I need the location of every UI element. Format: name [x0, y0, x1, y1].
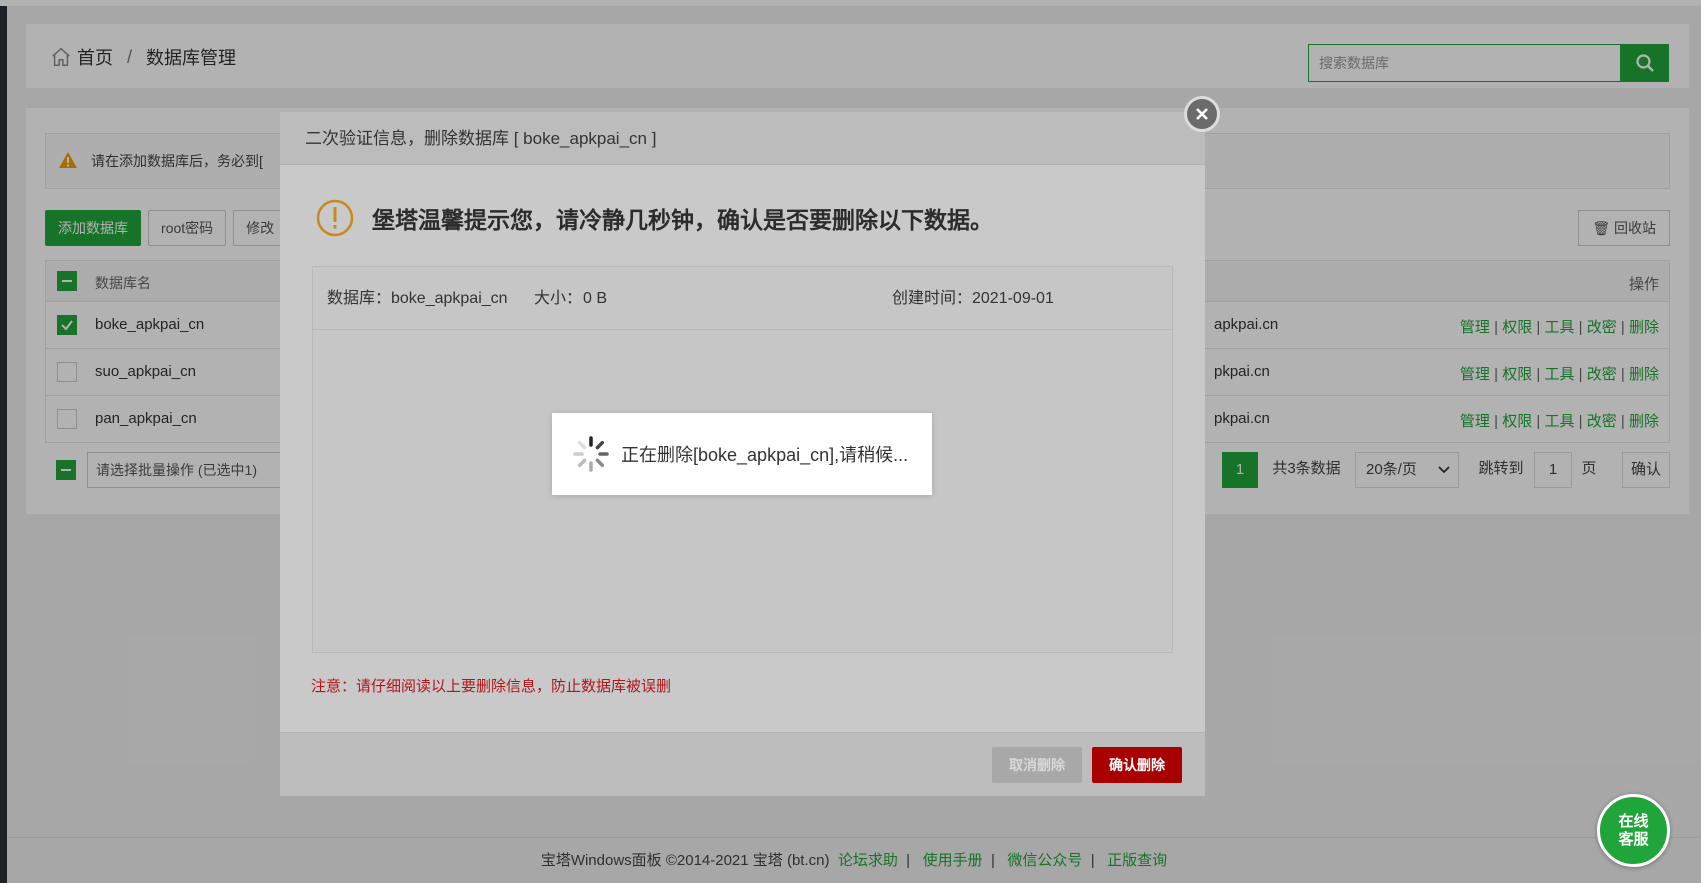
delete-info-row: 数据库：boke_apkpai_cn 大小： 0 B 创建时间：2021-09-…: [313, 267, 1172, 330]
dialog-footer: 取消删除 确认删除: [280, 732, 1205, 796]
loading-toast: 正在删除[boke_apkpai_cn],请稍候...: [552, 413, 932, 495]
exclamation-circle-icon: [316, 199, 354, 237]
online-support-button[interactable]: 在线 客服: [1597, 794, 1670, 867]
dialog-note: 注意：请仔细阅读以上要删除信息，防止数据库被误删: [311, 678, 672, 695]
chat-line1: 在线: [1618, 812, 1649, 830]
dialog-close-button[interactable]: [1184, 96, 1220, 132]
info-db-name: 数据库：boke_apkpai_cn: [327, 290, 508, 307]
info-size-label: 大小：: [534, 290, 583, 307]
close-icon: [1196, 108, 1208, 120]
loading-spinner-icon: [573, 436, 609, 472]
confirm-delete-button[interactable]: 确认删除: [1092, 747, 1182, 783]
info-created: 创建时间：2021-09-01: [892, 290, 1054, 307]
dialog-tip-text: 堡塔温馨提示您，请冷静几秒钟，确认是否要删除以下数据。: [372, 207, 993, 233]
dialog-title: 二次验证信息，删除数据库 [ boke_apkpai_cn ]: [280, 112, 1205, 165]
loading-text: 正在删除[boke_apkpai_cn],请稍候...: [621, 445, 909, 465]
info-size-value: 0 B: [583, 290, 608, 307]
chat-line2: 客服: [1618, 830, 1649, 848]
cancel-delete-button[interactable]: 取消删除: [992, 747, 1082, 783]
dialog-warning-tip: 堡塔温馨提示您，请冷静几秒钟，确认是否要删除以下数据。: [315, 198, 993, 238]
